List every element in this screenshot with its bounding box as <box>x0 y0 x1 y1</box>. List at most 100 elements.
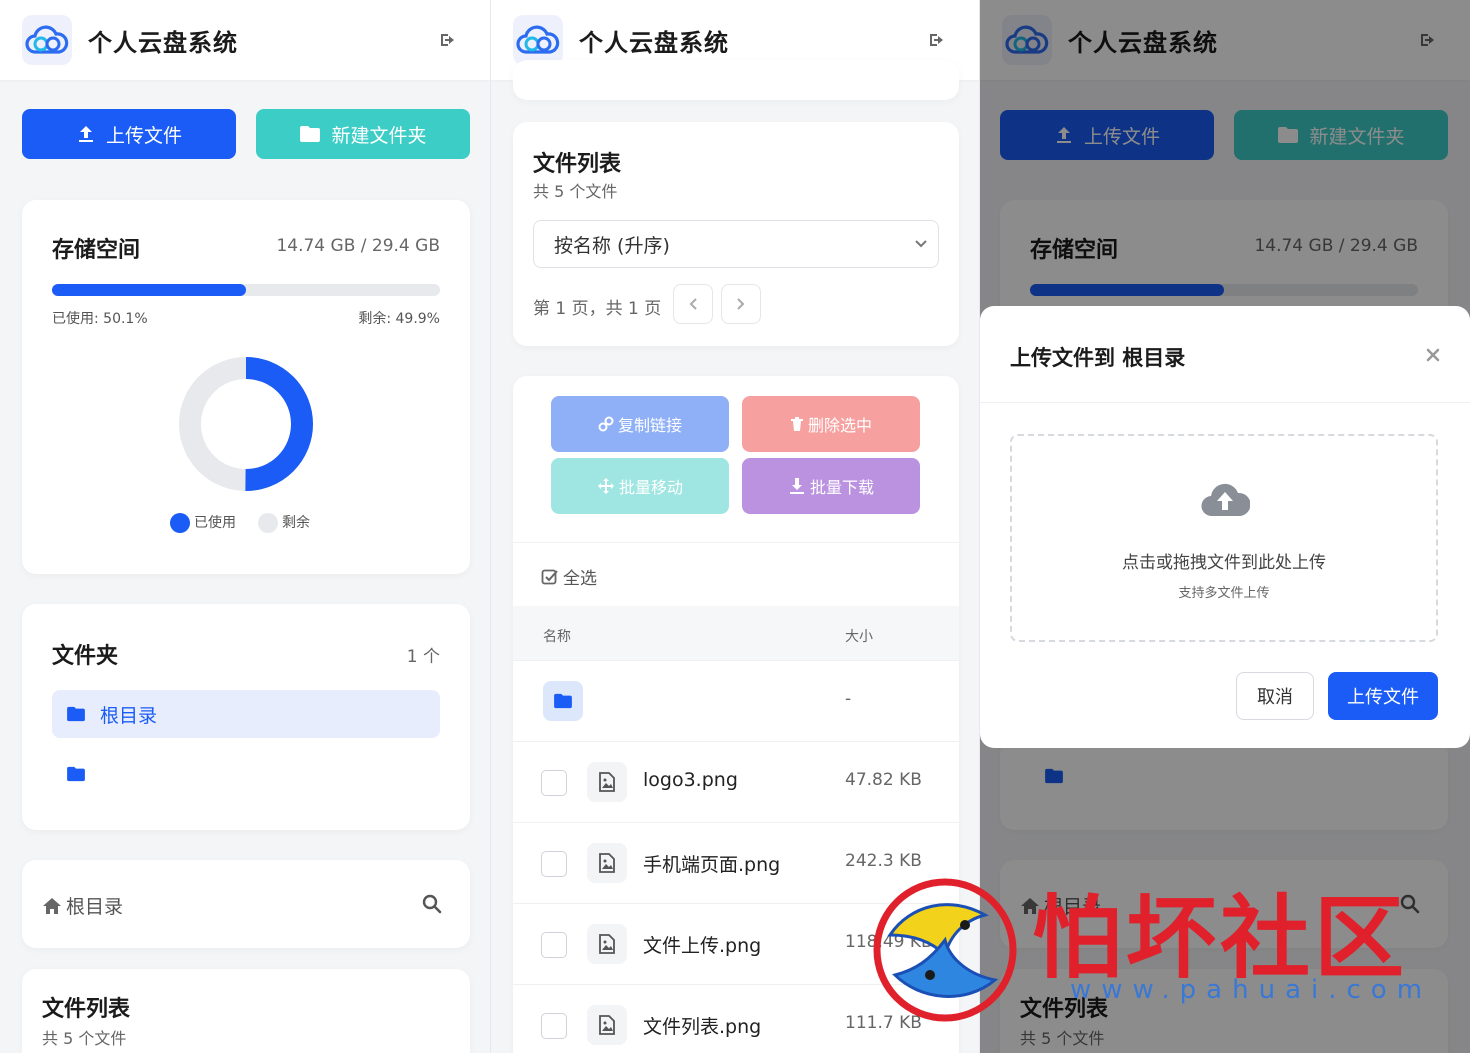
sort-select-value: 按名称 (升序) <box>554 234 670 257</box>
table-row[interactable]: 文件列表.png 111.7 KB <box>513 984 959 1053</box>
upload-button-label: 上传文件 <box>105 124 182 147</box>
legend-used-label: 已使用 <box>194 515 236 531</box>
mobile-panel-upload-modal: 个人云盘系统 上传文件 新建文件夹 存储空间 14.74 GB / 29.4 G… <box>980 0 1470 1053</box>
file-size: 47.82 KB <box>845 770 922 790</box>
storage-remaining-text: 剩余: 49.9% <box>358 311 440 327</box>
move-arrows-icon <box>597 478 614 494</box>
prev-page-button[interactable] <box>673 284 713 324</box>
col-header-name: 名称 <box>543 629 571 645</box>
folders-card: 文件夹 1 个 根目录 <box>22 604 470 830</box>
folder-icon <box>67 706 85 722</box>
select-all-checkbox[interactable]: 全选 <box>541 564 597 589</box>
file-list-count: 共 5 个文件 <box>533 182 618 201</box>
download-icon <box>789 478 804 494</box>
file-size: 242.3 KB <box>845 851 922 871</box>
storage-card: 存储空间 14.74 GB / 29.4 GB 已使用: 50.1% 剩余: 4… <box>22 200 470 574</box>
file-name[interactable]: 手机端页面.png <box>643 850 780 877</box>
row-checkbox[interactable] <box>541 770 567 796</box>
legend-remaining-swatch <box>258 513 278 533</box>
folder-item[interactable] <box>52 750 440 798</box>
storage-progress-bar <box>52 284 440 296</box>
folder-icon <box>67 766 85 782</box>
file-list-header-card: 文件列表 共 5 个文件 按名称 (升序) 第 1 页，共 1 页 <box>513 122 959 346</box>
checkbox-checked-icon <box>541 569 558 584</box>
sort-select[interactable]: 按名称 (升序) <box>533 220 939 268</box>
folder-icon <box>300 126 321 142</box>
trash-icon <box>790 417 803 431</box>
mobile-panel-home: 个人云盘系统 上传文件 新建文件夹 存储空间 14.74 GB / 29.4 G… <box>0 0 490 1053</box>
copy-link-label: 复制链接 <box>617 416 682 435</box>
next-page-button[interactable] <box>721 284 761 324</box>
table-row[interactable]: logo3.png 47.82 KB <box>513 741 959 822</box>
cloud-logo-icon <box>22 15 72 65</box>
confirm-upload-label: 上传文件 <box>1347 687 1419 708</box>
file-list-card: 文件列表 共 5 个文件 <box>22 969 470 1053</box>
new-folder-button[interactable]: 新建文件夹 <box>256 109 470 159</box>
select-all-label: 全选 <box>563 569 597 589</box>
file-name[interactable]: 文件上传.png <box>643 931 761 958</box>
page-info: 第 1 页，共 1 页 <box>533 299 662 319</box>
confirm-upload-button[interactable]: 上传文件 <box>1328 672 1438 720</box>
dropzone-text: 点击或拖拽文件到此处上传 <box>1122 553 1326 573</box>
table-row-folder[interactable]: - <box>513 660 959 741</box>
breadcrumb[interactable]: 根目录 <box>42 892 123 919</box>
breadcrumb-card: 根目录 <box>22 860 470 948</box>
table-row[interactable]: 文件上传.png 118.49 KB <box>513 903 959 984</box>
cloud-logo-icon <box>513 15 563 65</box>
chevron-down-icon <box>915 240 927 248</box>
file-table-card: 复制链接 删除选中 批量移动 批量下载 全选 名称 大小 - logo3.png… <box>513 376 959 1053</box>
row-checkbox[interactable] <box>541 1013 567 1039</box>
file-list-count: 共 5 个文件 <box>42 1029 127 1048</box>
batch-move-button[interactable]: 批量移动 <box>551 458 729 514</box>
home-icon <box>43 897 61 914</box>
legend-remaining: 剩余 <box>258 512 310 533</box>
new-folder-button-label: 新建文件夹 <box>331 124 427 147</box>
modal-title: 上传文件到 根目录 <box>1010 346 1186 370</box>
logout-icon[interactable] <box>438 30 458 50</box>
upload-button[interactable]: 上传文件 <box>22 109 236 159</box>
search-icon[interactable] <box>422 894 442 914</box>
row-checkbox[interactable] <box>541 932 567 958</box>
file-name[interactable]: logo3.png <box>643 769 738 791</box>
image-file-icon <box>587 924 627 964</box>
folder-item-root[interactable]: 根目录 <box>52 690 440 738</box>
file-list-title: 文件列表 <box>533 152 622 177</box>
logout-icon[interactable] <box>927 30 947 50</box>
legend-used: 已使用 <box>170 512 236 533</box>
breadcrumb-root: 根目录 <box>66 896 124 918</box>
storage-usage: 14.74 GB / 29.4 GB <box>276 236 440 256</box>
image-file-icon <box>587 843 627 883</box>
storage-progress-fill <box>52 284 247 296</box>
copy-link-button[interactable]: 复制链接 <box>551 396 729 452</box>
batch-move-label: 批量移动 <box>618 478 683 497</box>
row-checkbox[interactable] <box>541 851 567 877</box>
delete-selected-button[interactable]: 删除选中 <box>742 396 920 452</box>
file-name[interactable]: 文件列表.png <box>643 1012 761 1039</box>
link-icon <box>598 416 614 432</box>
cancel-button[interactable]: 取消 <box>1236 672 1314 720</box>
chevron-left-icon <box>689 298 697 310</box>
batch-download-label: 批量下载 <box>809 478 874 497</box>
top-bar: 个人云盘系统 <box>0 0 490 80</box>
table-header: 名称 大小 <box>513 606 959 660</box>
legend-remaining-label: 剩余 <box>282 515 310 531</box>
folder-item-label: 根目录 <box>100 704 158 727</box>
storage-donut-chart <box>179 357 313 491</box>
storage-used-text: 已使用: 50.1% <box>52 311 148 327</box>
donut-legend: 已使用 剩余 <box>170 512 310 533</box>
table-row[interactable]: 手机端页面.png 242.3 KB <box>513 822 959 903</box>
close-icon[interactable] <box>1426 348 1440 362</box>
upload-icon <box>78 126 93 142</box>
file-size: 111.7 KB <box>845 1013 922 1033</box>
image-file-icon <box>587 762 627 802</box>
folder-size: - <box>845 689 852 709</box>
card-bottom-edge <box>513 60 959 100</box>
col-header-size: 大小 <box>845 629 873 645</box>
batch-download-button[interactable]: 批量下载 <box>742 458 920 514</box>
file-list-title: 文件列表 <box>42 997 131 1022</box>
delete-selected-label: 删除选中 <box>807 416 872 435</box>
image-file-icon <box>587 1005 627 1045</box>
upload-dropzone[interactable]: 点击或拖拽文件到此处上传 支持多文件上传 <box>1010 434 1438 642</box>
chevron-right-icon <box>737 298 745 310</box>
app-title: 个人云盘系统 <box>88 28 238 57</box>
